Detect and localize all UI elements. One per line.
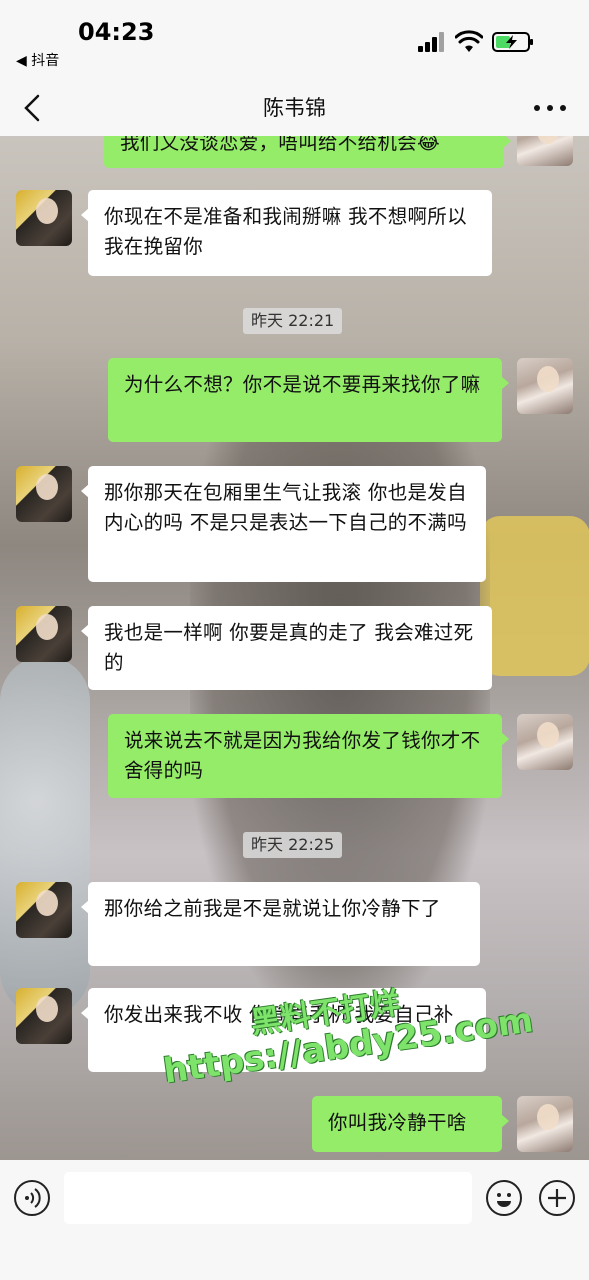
status-bar: 04:23 ◀ 抖音: [0, 0, 589, 80]
contact-avatar[interactable]: [16, 606, 72, 662]
message-bubble-sent[interactable]: 为什么不想？你不是说不要再来找你了嘛: [108, 358, 509, 442]
voice-input-icon[interactable]: [14, 1180, 50, 1216]
wifi-icon: [455, 30, 483, 52]
more-actions-icon[interactable]: [539, 1180, 575, 1216]
more-options-icon[interactable]: [532, 100, 568, 116]
battery-charging-icon: [492, 32, 533, 52]
status-time: 04:23: [78, 18, 155, 46]
contact-avatar[interactable]: [16, 466, 72, 522]
chat-area[interactable]: 我们又没谈恋爱，唔叫给不给机会😂 你现在不是准备和我闹掰嘛 我不想啊所以我在挽留…: [0, 136, 589, 1160]
my-avatar[interactable]: [517, 358, 573, 414]
message-input[interactable]: [64, 1172, 472, 1224]
my-avatar[interactable]: [517, 714, 573, 770]
contact-avatar[interactable]: [16, 988, 72, 1044]
message-bubble-received[interactable]: 我也是一样啊 你要是真的走了 我会难过死的: [81, 606, 492, 690]
contact-avatar[interactable]: [16, 882, 72, 938]
contact-avatar[interactable]: [16, 190, 72, 246]
back-to-app-link[interactable]: ◀ 抖音: [16, 50, 59, 70]
message-bubble-received[interactable]: 你现在不是准备和我闹掰嘛 我不想啊所以我在挽留你: [81, 190, 492, 276]
timestamp: 昨天 22:21: [243, 308, 343, 334]
message-bubble-sent[interactable]: 说来说去不就是因为我给你发了钱你才不舍得的吗: [108, 714, 509, 798]
input-bar: [0, 1160, 589, 1280]
message-bubble-sent[interactable]: 你叫我冷静干啥: [312, 1096, 509, 1152]
background-photo-plush: [0, 656, 90, 1016]
message-bubble-sent[interactable]: 我们又没谈恋爱，唔叫给不给机会😂: [104, 136, 511, 168]
contact-name: 陈韦锦: [263, 96, 326, 120]
background-photo-pillow: [480, 516, 589, 676]
message-bubble-received[interactable]: 那你那天在包厢里生气让我滚 你也是发自内心的吗 不是只是表达一下自己的不满吗: [81, 466, 486, 582]
signal-icon: [418, 32, 448, 52]
emoji-icon[interactable]: [486, 1180, 522, 1216]
timestamp: 昨天 22:25: [243, 832, 343, 858]
message-bubble-received[interactable]: 那你给之前我是不是就说让你冷静下了: [81, 882, 480, 966]
chat-header: 陈韦锦: [0, 80, 589, 136]
my-avatar[interactable]: [517, 136, 573, 166]
my-avatar[interactable]: [517, 1096, 573, 1152]
